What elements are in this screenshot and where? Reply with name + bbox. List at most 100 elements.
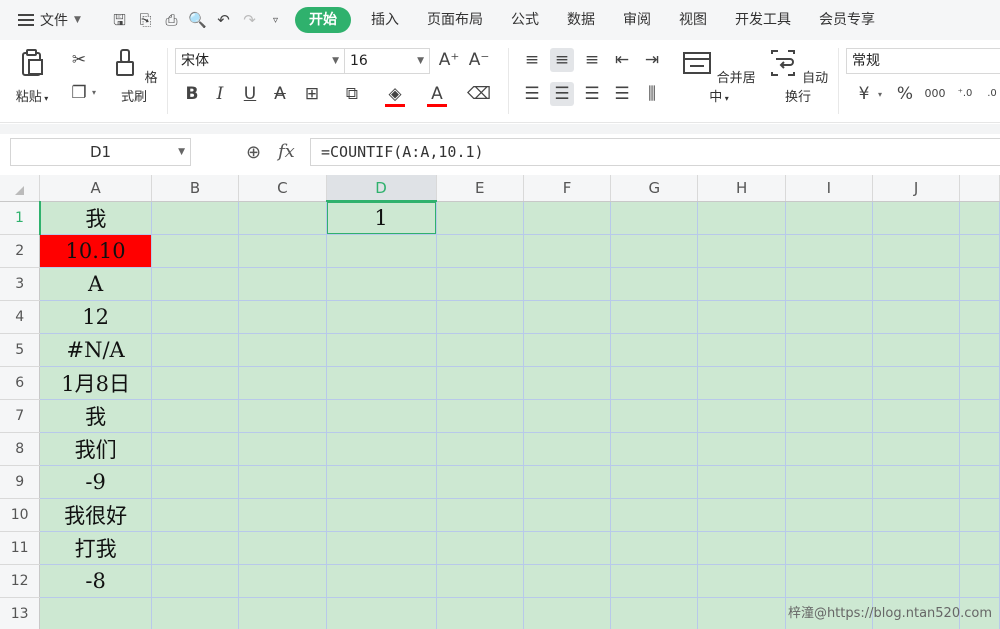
cell-a7[interactable]: 我 xyxy=(39,398,152,433)
cell-e4[interactable] xyxy=(435,299,524,334)
cut-icon[interactable]: ✂ xyxy=(67,48,91,72)
cell-i2[interactable] xyxy=(784,233,874,268)
align-center-icon[interactable]: ☰ xyxy=(550,82,574,106)
cell-k10[interactable] xyxy=(959,497,1000,532)
distributed-icon[interactable]: ⫼ xyxy=(640,82,664,106)
align-bottom-icon[interactable]: ≡ xyxy=(580,48,604,72)
redo-icon[interactable]: ↷ xyxy=(240,11,259,30)
cell-h5[interactable] xyxy=(697,332,786,367)
cell-d2[interactable] xyxy=(325,233,437,268)
cell-g4[interactable] xyxy=(610,299,699,334)
cell-b3[interactable] xyxy=(150,266,240,301)
copy-icon[interactable]: ❐ xyxy=(67,81,91,105)
file-menu[interactable]: 文件 ▼ xyxy=(18,10,110,30)
select-all-corner[interactable] xyxy=(0,175,41,202)
cell-i5[interactable] xyxy=(784,332,874,367)
thousands-separator-icon[interactable]: 000 xyxy=(923,82,947,106)
cell-e8[interactable] xyxy=(435,431,524,466)
cell-k9[interactable] xyxy=(959,464,1000,499)
cell-d4[interactable] xyxy=(325,299,437,334)
cell-f9[interactable] xyxy=(522,464,612,499)
cell-k6[interactable] xyxy=(959,365,1000,400)
row-header-13[interactable]: 13 xyxy=(0,597,41,629)
cell-f13[interactable] xyxy=(522,596,612,629)
row-header-5[interactable]: 5 xyxy=(0,333,41,367)
cell-k1[interactable] xyxy=(959,200,1000,235)
cell-j11[interactable] xyxy=(872,530,961,565)
cell-k5[interactable] xyxy=(959,332,1000,367)
cell-k11[interactable] xyxy=(959,530,1000,565)
cell-h13[interactable] xyxy=(697,596,786,629)
cell-i3[interactable] xyxy=(784,266,874,301)
cell-k4[interactable] xyxy=(959,299,1000,334)
cell-f3[interactable] xyxy=(522,266,612,301)
column-header-h[interactable]: H xyxy=(697,175,786,202)
column-header-e[interactable]: E xyxy=(436,175,524,202)
cell-d12[interactable] xyxy=(325,563,437,598)
cell-b1[interactable] xyxy=(150,200,240,235)
align-right-icon[interactable]: ☰ xyxy=(580,82,604,106)
tab-insert[interactable]: 插入 xyxy=(357,7,413,33)
cell-j4[interactable] xyxy=(872,299,961,334)
cell-i6[interactable] xyxy=(784,365,874,400)
cell-j6[interactable] xyxy=(872,365,961,400)
cell-c12[interactable] xyxy=(238,563,327,598)
cell-k2[interactable] xyxy=(959,233,1000,268)
row-header-6[interactable]: 6 xyxy=(0,366,41,400)
cell-e5[interactable] xyxy=(435,332,524,367)
cell-i12[interactable] xyxy=(784,563,874,598)
cell-b7[interactable] xyxy=(150,398,240,433)
borders-icon[interactable]: ⊞ xyxy=(300,82,324,106)
paste-dropdown-icon[interactable]: ▾ xyxy=(42,94,48,103)
cell-j7[interactable] xyxy=(872,398,961,433)
save-icon[interactable]: 🖫 xyxy=(110,11,129,30)
zoom-search-icon[interactable]: ⊕ xyxy=(246,142,261,163)
cell-f4[interactable] xyxy=(522,299,612,334)
cell-b11[interactable] xyxy=(150,530,240,565)
formula-input[interactable]: =COUNTIF(A:A,10.1) xyxy=(310,138,1000,166)
row-header-9[interactable]: 9 xyxy=(0,465,41,499)
cell-c7[interactable] xyxy=(238,398,327,433)
cell-i4[interactable] xyxy=(784,299,874,334)
row-header-10[interactable]: 10 xyxy=(0,498,41,532)
column-header-next[interactable] xyxy=(959,175,1000,202)
undo-icon[interactable]: ↶ xyxy=(214,11,233,30)
cell-h2[interactable] xyxy=(697,233,786,268)
cell-e1[interactable] xyxy=(435,200,524,235)
cell-i10[interactable] xyxy=(784,497,874,532)
tab-review[interactable]: 审阅 xyxy=(609,7,665,33)
row-header-12[interactable]: 12 xyxy=(0,564,41,598)
cell-g11[interactable] xyxy=(610,530,699,565)
cell-h9[interactable] xyxy=(697,464,786,499)
cell-a10[interactable]: 我很好 xyxy=(39,497,152,532)
cell-j1[interactable] xyxy=(872,200,961,235)
cell-d7[interactable] xyxy=(325,398,437,433)
cell-c3[interactable] xyxy=(238,266,327,301)
cell-d10[interactable] xyxy=(325,497,437,532)
cell-a1[interactable]: 我 xyxy=(39,200,152,235)
cell-c9[interactable] xyxy=(238,464,327,499)
cell-b2[interactable] xyxy=(150,233,240,268)
cell-d9[interactable] xyxy=(325,464,437,499)
cell-d13[interactable] xyxy=(325,596,437,629)
cell-j3[interactable] xyxy=(872,266,961,301)
cell-g8[interactable] xyxy=(610,431,699,466)
cell-i1[interactable] xyxy=(784,200,874,235)
cell-d8[interactable] xyxy=(325,431,437,466)
cell-f11[interactable] xyxy=(522,530,612,565)
cell-h1[interactable] xyxy=(697,200,786,235)
cell-e12[interactable] xyxy=(435,563,524,598)
wrap-text-button[interactable]: 自动换行 xyxy=(765,48,831,105)
tab-member[interactable]: 会员专享 xyxy=(805,7,889,33)
cell-e13[interactable] xyxy=(435,596,524,629)
font-size-select[interactable]: 16 ▼ xyxy=(344,48,430,74)
row-header-8[interactable]: 8 xyxy=(0,432,41,466)
cell-b12[interactable] xyxy=(150,563,240,598)
cell-i8[interactable] xyxy=(784,431,874,466)
cell-b6[interactable] xyxy=(150,365,240,400)
name-box[interactable]: D1 ▼ xyxy=(10,138,191,166)
cell-d6[interactable] xyxy=(325,365,437,400)
decrease-indent-icon[interactable]: ⇤ xyxy=(610,48,634,72)
cell-f8[interactable] xyxy=(522,431,612,466)
decrease-decimal-icon[interactable]: .0 xyxy=(980,82,1000,106)
